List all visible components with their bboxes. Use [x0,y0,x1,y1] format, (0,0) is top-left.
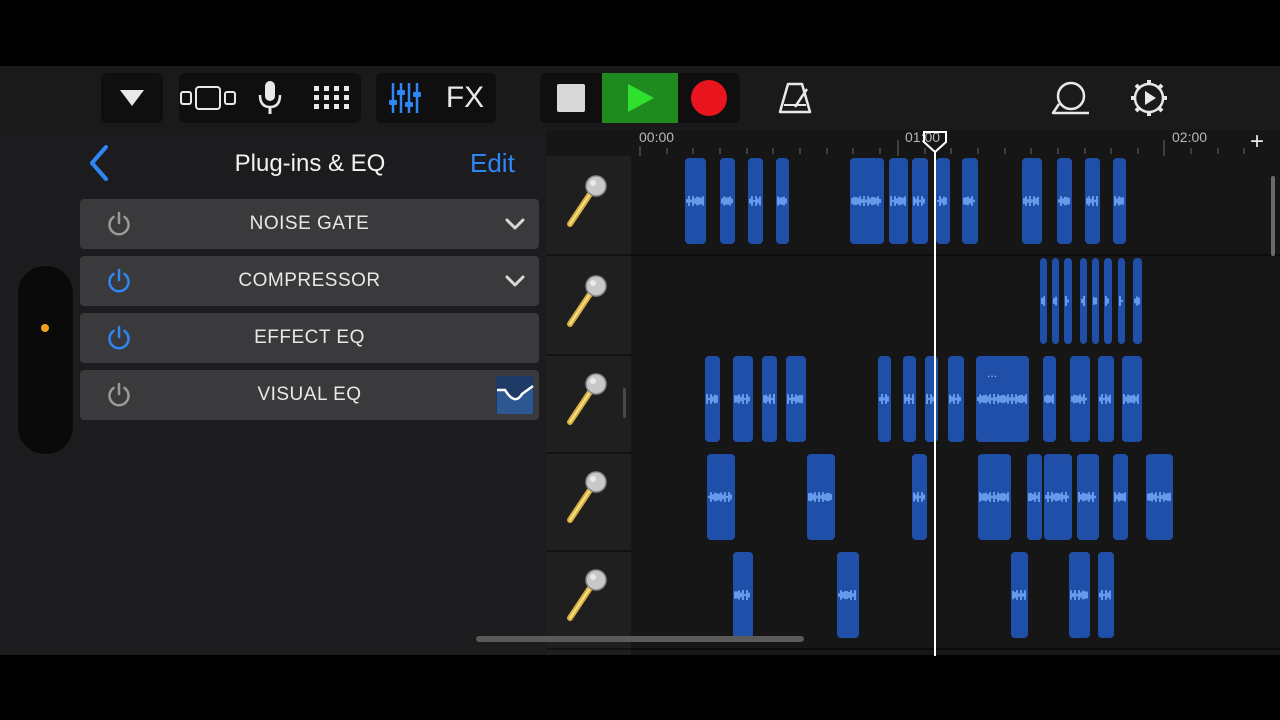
playhead[interactable] [922,130,948,656]
horizontal-scrollbar[interactable] [476,636,804,642]
region-name: ... [987,366,998,380]
audio-regions [685,158,1173,638]
vertical-scrollbar[interactable] [1271,176,1275,256]
audio-region[interactable] [850,158,884,244]
waveform [979,492,1009,502]
